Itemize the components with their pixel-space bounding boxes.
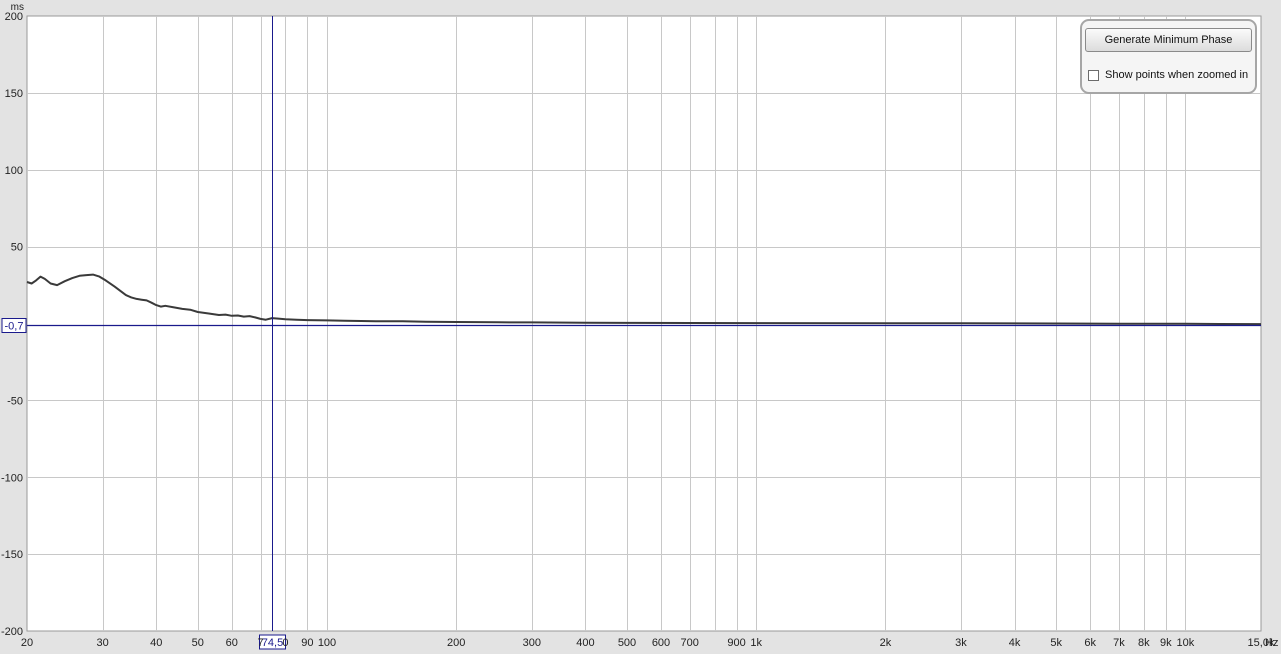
y-tick-label: -150 [1,549,23,561]
y-tick-label: -50 [7,395,23,407]
x-tick-label: 30 [96,637,108,649]
x-tick-label: 200 [447,637,465,649]
x-tick-label: 500 [618,637,636,649]
x-tick-label: 90 [301,637,313,649]
x-tick-label: 3k [955,637,967,649]
x-tick-label: 1k [750,637,762,649]
cursor-y-readout: -0,7 [5,321,24,333]
x-tick-label: 400 [576,637,594,649]
x-tick-label: 6k [1084,637,1096,649]
x-tick-label: 20 [21,637,33,649]
y-tick-label: -200 [1,626,23,638]
x-tick-label: 5k [1050,637,1062,649]
control-panel: Generate Minimum Phase Show points when … [1080,19,1257,94]
x-tick-label: 7k [1113,637,1125,649]
x-tick-label: 2k [880,637,892,649]
x-tick-label: 50 [192,637,204,649]
y-tick-label: 100 [5,165,23,177]
x-tick-label: 100 [318,637,336,649]
y-tick-label: 50 [11,242,23,254]
x-axis-ticks: 20 30 40 50 60 7 0 90 100 200 300 400 500 600 700 900 1k… [21,637,1275,649]
x-tick-label: 0 [282,637,288,649]
x-tick-label: 900 [727,637,745,649]
y-tick-label: 150 [5,88,23,100]
show-points-checkbox[interactable] [1088,69,1099,81]
x-tick-label: 9k [1160,637,1172,649]
x-tick-label: 60 [226,637,238,649]
x-unit-label: Hz [1265,637,1278,649]
y-tick-label: -100 [1,472,23,484]
x-tick-label: 7 [257,637,263,649]
x-tick-label: 700 [681,637,699,649]
x-tick-label: 10k [1177,637,1195,649]
x-tick-label: 300 [523,637,541,649]
group-delay-chart[interactable]: -0,7 74,5 200 150 100 50 -50 -100 -150 -200 20 30… [0,0,1281,654]
y-unit-label: ms [11,2,24,13]
generate-minimum-phase-button[interactable]: Generate Minimum Phase [1085,28,1252,52]
cursor-x-readout: 74,5 [262,637,283,649]
x-tick-label: 4k [1009,637,1021,649]
show-points-label: Show points when zoomed in [1105,69,1249,81]
x-tick-label: 40 [150,637,162,649]
x-tick-label: 600 [652,637,670,649]
x-tick-label: 8k [1138,637,1150,649]
show-points-option[interactable]: Show points when zoomed in [1088,67,1248,83]
